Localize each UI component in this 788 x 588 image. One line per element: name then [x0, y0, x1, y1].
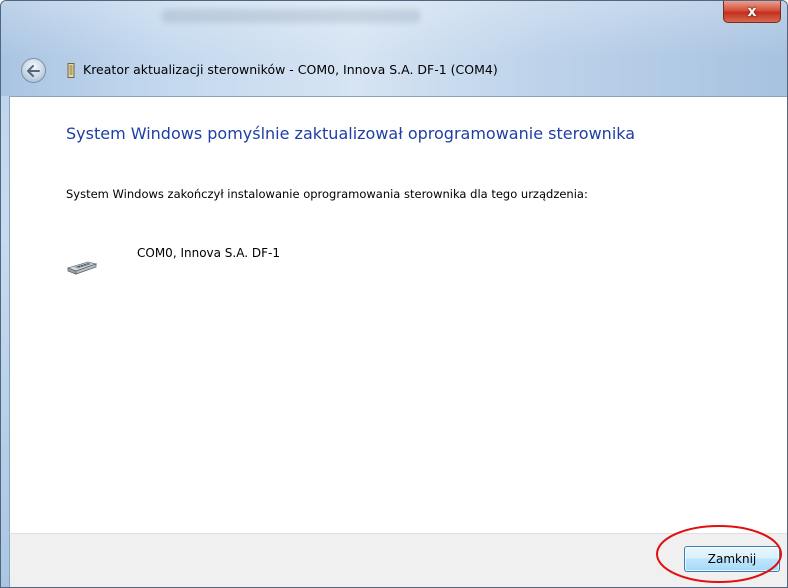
close-icon: x [747, 3, 757, 20]
serial-port-icon [66, 261, 98, 275]
title-bar: x Kreator aktualizacji sterowników - COM… [1, 1, 787, 96]
description-text: System Windows zakończył instalowanie op… [66, 187, 588, 201]
driver-update-wizard-window: x Kreator aktualizacji sterowników - COM… [0, 0, 788, 588]
window-close-button[interactable]: x [723, 1, 781, 23]
back-button[interactable] [21, 58, 46, 83]
window-title: Kreator aktualizacji sterowników - COM0,… [83, 62, 498, 77]
wizard-footer: Zamknij [9, 533, 787, 587]
back-arrow-icon [27, 64, 40, 77]
close-button[interactable]: Zamknij [684, 546, 780, 572]
background-window-title [161, 9, 421, 23]
device-name: COM0, Innova S.A. DF-1 [137, 246, 280, 260]
wizard-content: System Windows pomyślnie zaktualizował o… [9, 96, 787, 533]
page-title: System Windows pomyślnie zaktualizował o… [66, 124, 636, 143]
wizard-icon [67, 63, 75, 78]
